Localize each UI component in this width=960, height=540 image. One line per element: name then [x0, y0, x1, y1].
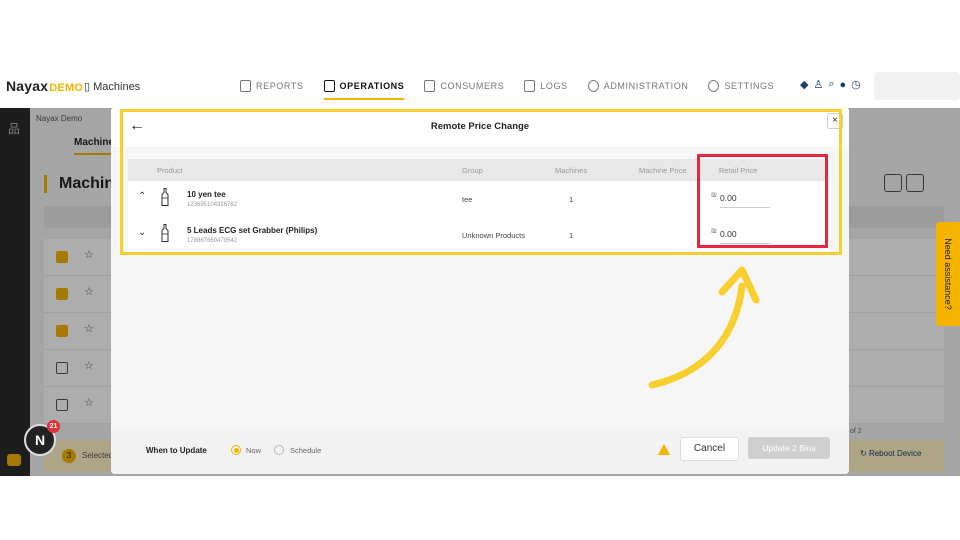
curved-arrow-icon [648, 266, 760, 389]
